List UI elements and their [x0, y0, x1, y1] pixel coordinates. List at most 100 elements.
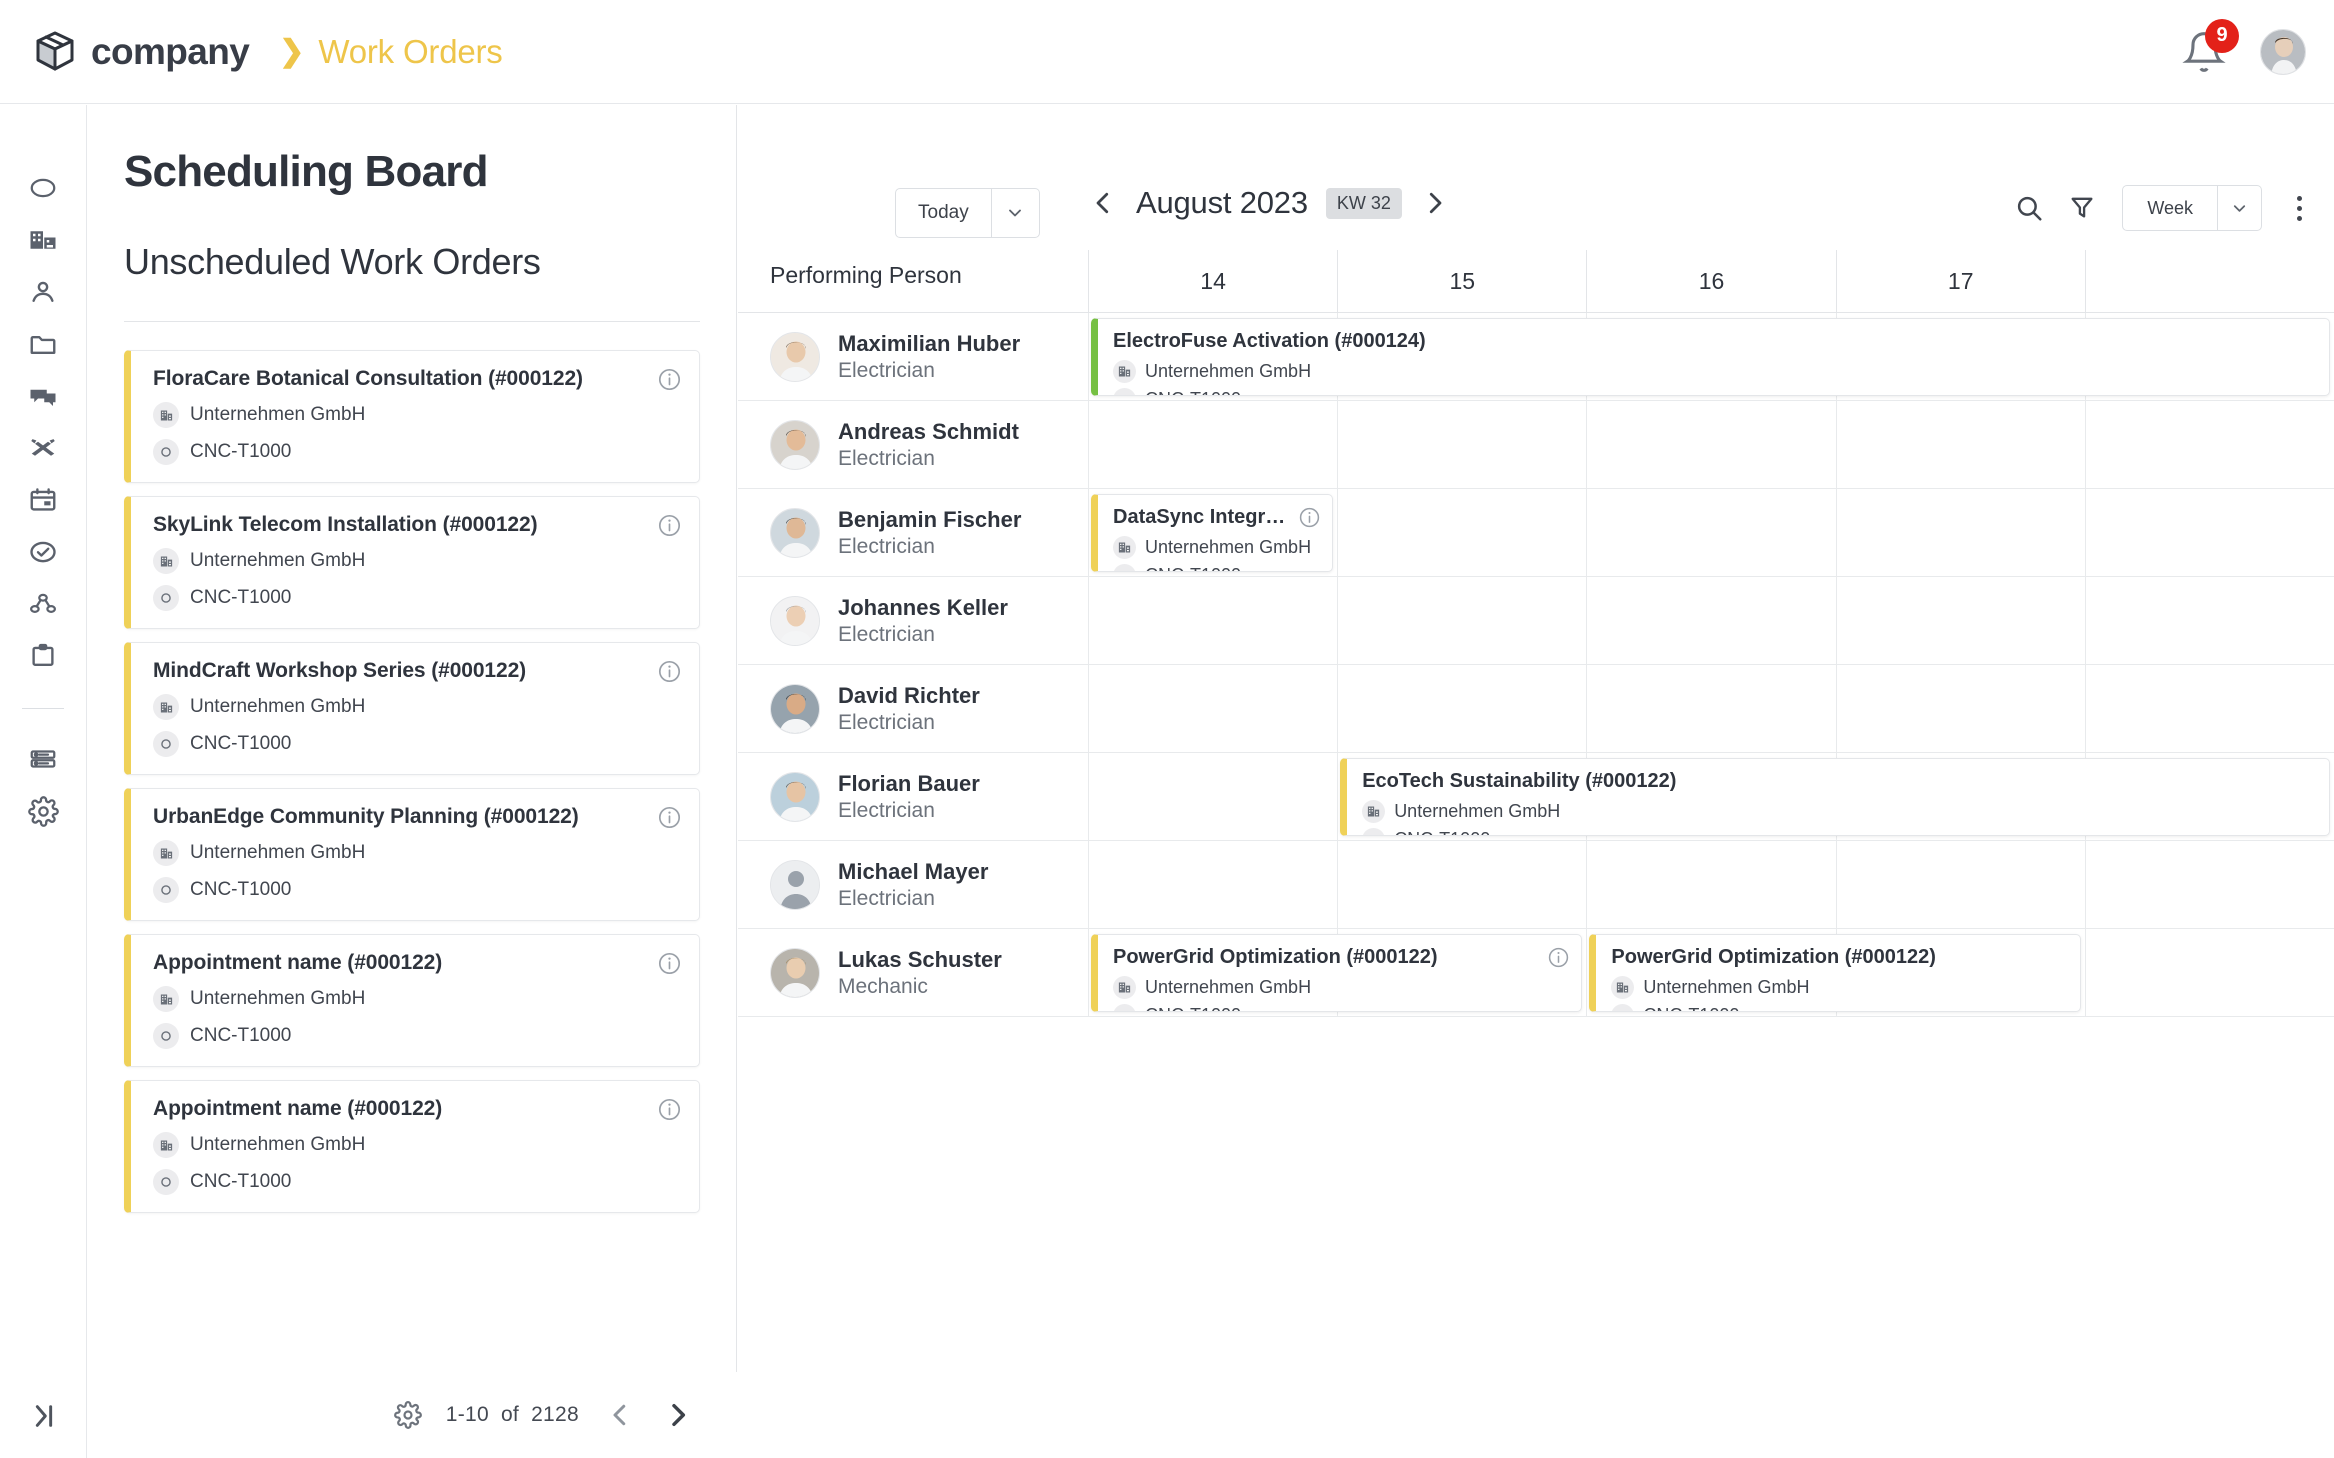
sidebar-item-workflows[interactable] [15, 578, 71, 630]
sidebar-rail [0, 105, 87, 1458]
info-icon[interactable] [657, 367, 682, 392]
scheduler-cell[interactable] [1586, 401, 1835, 489]
info-icon[interactable] [657, 1097, 682, 1122]
info-icon[interactable] [657, 659, 682, 684]
building-icon [153, 548, 179, 574]
scheduler-cell[interactable] [1088, 577, 1337, 665]
asset-ring-icon [153, 439, 179, 465]
info-icon[interactable] [657, 513, 682, 538]
sidebar-item-settings[interactable] [15, 785, 71, 837]
person-cell[interactable]: Maximilian Huber Electrician [770, 313, 1080, 401]
info-icon[interactable] [1547, 946, 1570, 969]
day-column-header[interactable]: 16 [1586, 250, 1835, 313]
calendar-event[interactable]: DataSync Integrat… Unternehmen GmbH CNC-T1… [1091, 494, 1334, 572]
day-column-header[interactable]: 17 [1835, 250, 2085, 313]
event-asset: CNC-T1000 [1643, 1005, 1739, 1011]
sidebar-item-dashboard[interactable] [15, 162, 71, 214]
calendar-event[interactable]: PowerGrid Optimization (#000122) Unterneh… [1589, 934, 2081, 1012]
avatar[interactable] [2260, 28, 2306, 75]
scheduler-cell[interactable] [1088, 841, 1337, 929]
scheduler-cell[interactable] [1337, 841, 1586, 929]
event-asset-row: CNC-T1000 [1362, 828, 2315, 835]
scheduler-cell[interactable] [2084, 665, 2334, 753]
calendar-event[interactable]: PowerGrid Optimization (#000122) Unterneh… [1091, 934, 1583, 1012]
info-icon[interactable] [1298, 506, 1321, 529]
scheduler-cell[interactable] [2084, 929, 2334, 1017]
notifications-button[interactable]: 9 [2182, 18, 2239, 74]
day-column-header[interactable]: 15 [1337, 250, 1586, 313]
breadcrumb-current[interactable]: Work Orders [318, 33, 502, 71]
scheduler-cell[interactable] [2084, 489, 2334, 577]
pagination-settings-gear-icon[interactable] [393, 1401, 422, 1429]
pagination-prev-button[interactable] [603, 1398, 637, 1432]
scheduler-cell[interactable] [2084, 577, 2334, 665]
scheduler-cell[interactable] [1835, 577, 2085, 665]
sidebar-item-messages[interactable] [15, 370, 71, 422]
asset-ring-icon [1113, 564, 1136, 571]
info-icon[interactable] [657, 951, 682, 976]
scheduler-cell[interactable] [1337, 577, 1586, 665]
scheduler-cell[interactable] [2084, 401, 2334, 489]
scheduler-toolbar: Today August 2023 KW 32 Week [738, 105, 2334, 250]
person-cell[interactable]: David Richter Electrician [770, 665, 1080, 753]
breadcrumb-chevron-right-icon: ❯ [279, 35, 305, 68]
unscheduled-work-order-card[interactable]: SkyLink Telecom Installation (#000122) Un… [124, 496, 700, 629]
person-cell[interactable]: Michael Mayer Electrician [770, 841, 1080, 929]
scheduler-cell[interactable] [1586, 489, 1835, 577]
person-cell[interactable]: Lukas Schuster Mechanic [770, 929, 1080, 1017]
unscheduled-work-order-card[interactable]: FloraCare Botanical Consultation (#00012… [124, 350, 700, 483]
period-next-button[interactable] [1420, 188, 1450, 218]
unscheduled-work-order-card[interactable]: UrbanEdge Community Planning (#000122) Un… [124, 788, 700, 921]
day-column-header[interactable] [2084, 250, 2334, 313]
scheduler-cell[interactable] [1835, 401, 2085, 489]
scheduler-cell[interactable] [1835, 841, 2085, 929]
filter-button[interactable] [2068, 193, 2098, 223]
person-role: Mechanic [838, 975, 928, 999]
calendar-event[interactable]: EcoTech Sustainability (#000122) Unterneh… [1340, 758, 2330, 836]
scheduler-cell[interactable] [2084, 841, 2334, 929]
pagination-next-button[interactable] [661, 1398, 695, 1432]
sidebar-item-service[interactable] [15, 422, 71, 474]
sidebar-item-tasks[interactable] [15, 526, 71, 578]
sidebar-item-inventory[interactable] [15, 733, 71, 785]
person-cell[interactable]: Johannes Keller Electrician [770, 577, 1080, 665]
sidebar-item-contacts[interactable] [15, 266, 71, 318]
sidebar-item-scheduling[interactable] [15, 474, 71, 526]
scheduler-cell[interactable] [1337, 489, 1586, 577]
person-cell[interactable]: Andreas Schmidt Electrician [770, 401, 1080, 489]
avatar [770, 684, 820, 734]
today-button[interactable]: Today [895, 188, 992, 238]
collapse-sidebar-button[interactable] [0, 1400, 87, 1432]
scheduler-cell[interactable] [1586, 577, 1835, 665]
scheduler-cell[interactable] [1586, 665, 1835, 753]
more-options-button[interactable] [2286, 191, 2312, 225]
event-company-row: Unternehmen GmbH [1113, 360, 2315, 383]
view-dropdown-button[interactable] [2218, 185, 2262, 231]
scheduler-cell[interactable] [1835, 489, 2085, 577]
sidebar-item-reports[interactable] [15, 630, 71, 682]
event-company: Unternehmen GmbH [1145, 977, 1312, 997]
scheduler-cell[interactable] [1088, 401, 1337, 489]
info-icon[interactable] [657, 805, 682, 830]
calendar-event[interactable]: ElectroFuse Activation (#000124) Unterneh… [1091, 318, 2330, 396]
unscheduled-work-order-card[interactable]: MindCraft Workshop Series (#000122) Unter… [124, 642, 700, 775]
scheduler-cell[interactable] [1337, 401, 1586, 489]
search-button[interactable] [2014, 193, 2044, 223]
scheduler-cell[interactable] [1088, 665, 1337, 753]
unscheduled-work-order-card[interactable]: Appointment name (#000122) Unternehmen Gm… [124, 934, 700, 1067]
view-button[interactable]: Week [2122, 185, 2218, 231]
person-cell[interactable]: Benjamin Fischer Electrician [770, 489, 1080, 577]
scheduler-cell[interactable] [1088, 753, 1337, 841]
sidebar-item-projects[interactable] [15, 318, 71, 370]
work-order-company: Unternehmen GmbH [190, 550, 366, 571]
scheduler-cell[interactable] [1835, 665, 2085, 753]
person-cell[interactable]: Florian Bauer Electrician [770, 753, 1080, 841]
scheduler-cell[interactable] [1586, 841, 1835, 929]
sidebar-item-companies[interactable] [15, 214, 71, 266]
period-prev-button[interactable] [1088, 188, 1118, 218]
unscheduled-work-order-card[interactable]: Appointment name (#000122) Unternehmen Gm… [124, 1080, 700, 1213]
brand-logo[interactable]: company [32, 29, 250, 75]
today-dropdown-button[interactable] [991, 188, 1040, 238]
day-column-header[interactable]: 14 [1088, 250, 1337, 313]
scheduler-cell[interactable] [1337, 665, 1586, 753]
